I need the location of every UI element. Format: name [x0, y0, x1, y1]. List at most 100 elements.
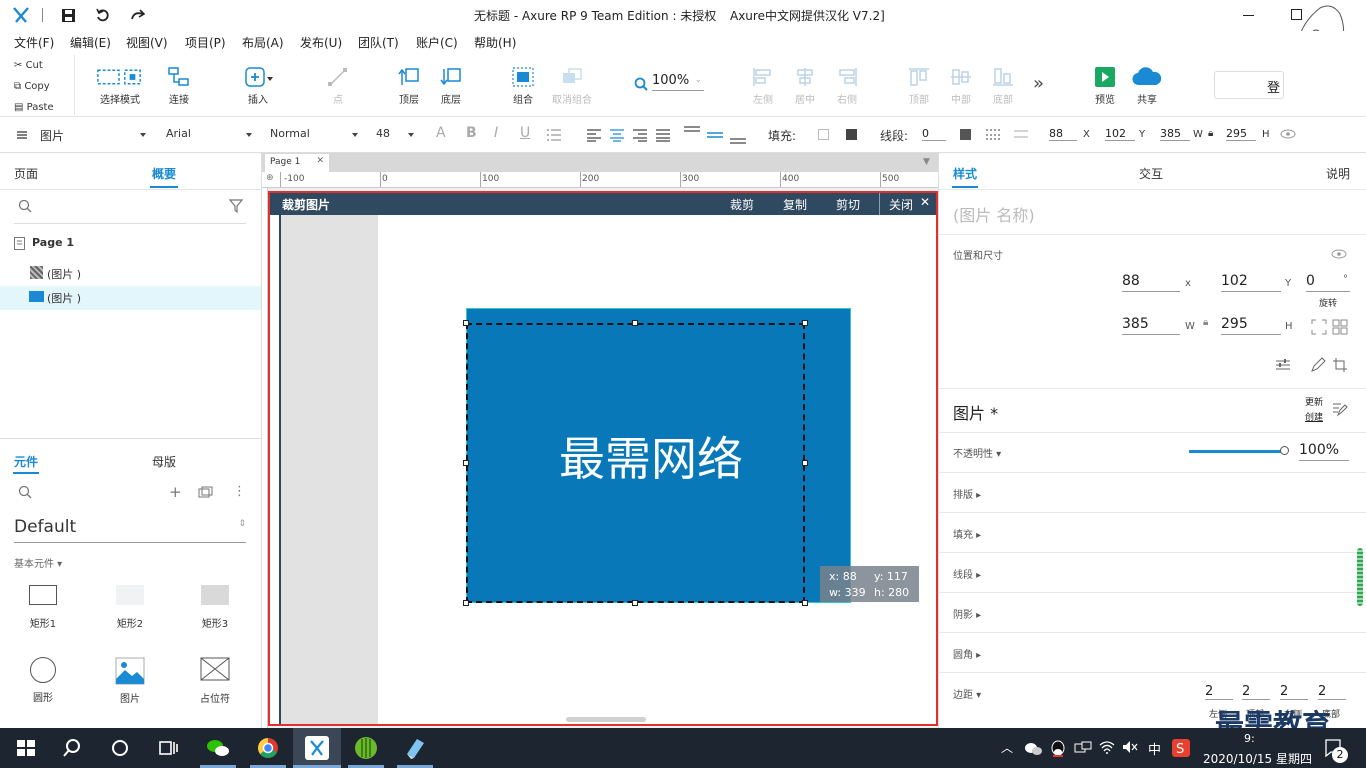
search-icon[interactable]: [60, 736, 84, 760]
close-crop-button[interactable]: 关闭: [889, 196, 913, 213]
crop-handle[interactable]: [802, 320, 808, 326]
align-bottom-button[interactable]: 底部: [988, 67, 1018, 106]
filter-icon[interactable]: [229, 199, 245, 213]
tab-interactions[interactable]: 交互: [1139, 165, 1163, 182]
tab-masters[interactable]: 母版: [152, 453, 176, 470]
format-painter-icon[interactable]: [16, 129, 28, 141]
align-top-button[interactable]: 顶部: [904, 67, 934, 106]
crop-selection[interactable]: [466, 323, 805, 603]
share-button[interactable]: 共享: [1130, 67, 1164, 106]
text-align-left-icon[interactable]: [586, 128, 602, 142]
menu-layout[interactable]: 布局(A): [242, 34, 284, 51]
tab-widgets[interactable]: 元件: [14, 453, 38, 470]
windows-start-icon[interactable]: [14, 736, 38, 760]
ungroup-button[interactable]: 取消组合: [550, 67, 594, 106]
undo-icon[interactable]: [96, 8, 110, 22]
adjust-icon[interactable]: [1275, 358, 1291, 372]
section-shadow[interactable]: 阴影 ▸: [953, 606, 981, 621]
tab-notes[interactable]: 说明: [1326, 165, 1350, 182]
menu-team[interactable]: 团队(T): [358, 34, 399, 51]
tray-expand-icon[interactable]: ︿: [1001, 739, 1013, 756]
network-tray-icon[interactable]: [1074, 741, 1092, 755]
width-input[interactable]: 385: [1160, 127, 1190, 141]
height-input[interactable]: 295: [1226, 127, 1256, 141]
valign-bottom-icon[interactable]: [728, 125, 748, 145]
padding-right-input[interactable]: 2: [1280, 684, 1308, 700]
align-right-button[interactable]: 右侧: [834, 67, 860, 106]
paste-button[interactable]: ▤ Paste: [14, 102, 54, 113]
insert-button[interactable]: 插入: [242, 67, 274, 106]
align-middle-button[interactable]: 中部: [946, 67, 976, 106]
fill-shadow-swatch[interactable]: [846, 129, 857, 140]
crop-handle[interactable]: [463, 600, 469, 606]
zoom-select[interactable]: 100% ⌄: [652, 73, 704, 91]
opacity-slider-knob[interactable]: [1280, 446, 1289, 455]
size-height-input[interactable]: 295: [1221, 316, 1281, 335]
padding-left-input[interactable]: 2: [1205, 684, 1233, 700]
close-icon[interactable]: ✕: [316, 156, 324, 166]
copy-crop-button[interactable]: 复制: [783, 196, 807, 213]
bold-button[interactable]: B: [466, 125, 477, 141]
underline-button[interactable]: U: [520, 125, 530, 141]
size-width-input[interactable]: 385: [1122, 316, 1180, 335]
axure-taskbar-button[interactable]: [293, 728, 341, 768]
ime-indicator[interactable]: 中: [1148, 739, 1161, 758]
notepad-app-icon[interactable]: [403, 736, 427, 760]
y-position-input[interactable]: 102: [1105, 127, 1135, 141]
outline-page[interactable]: Page 1: [32, 236, 74, 249]
wechat-tray-icon[interactable]: [1024, 741, 1044, 757]
bullet-list-icon[interactable]: [546, 128, 562, 142]
menu-edit[interactable]: 编辑(E): [70, 34, 111, 51]
stroke-pattern-icon[interactable]: [985, 127, 1001, 141]
align-left-button[interactable]: 左侧: [750, 67, 776, 106]
font-weight-select[interactable]: Normal: [270, 127, 310, 140]
widget-rectangle-3[interactable]: 矩形3: [185, 585, 245, 630]
crop-handle[interactable]: [802, 460, 808, 466]
more-menu-icon[interactable]: ⋮: [233, 484, 246, 499]
search-icon[interactable]: [18, 485, 32, 499]
close-icon[interactable]: ✕: [920, 195, 930, 209]
tab-style[interactable]: 样式: [953, 165, 977, 182]
preview-button[interactable]: 预览: [1090, 67, 1120, 106]
qq-tray-icon[interactable]: [1050, 740, 1066, 758]
select-mode-button[interactable]: 选择模式: [92, 67, 148, 106]
opacity-input[interactable]: 100%: [1299, 442, 1349, 461]
edit-pencil-icon[interactable]: [1310, 357, 1326, 373]
sogou-ime-icon[interactable]: S: [1172, 739, 1190, 757]
valign-middle-icon[interactable]: [705, 125, 725, 145]
text-justify-icon[interactable]: [655, 128, 671, 142]
cut-button[interactable]: ✂ Cut: [14, 60, 43, 71]
crop-handle[interactable]: [632, 320, 638, 326]
section-stroke[interactable]: 线段 ▸: [953, 566, 981, 581]
italic-button[interactable]: I: [494, 125, 498, 141]
wechat-icon[interactable]: [206, 736, 230, 760]
library-select[interactable]: Default ⇕: [14, 517, 246, 543]
section-fill[interactable]: 填充 ▸: [953, 526, 981, 541]
point-button[interactable]: 点: [323, 67, 353, 106]
cut-crop-button[interactable]: 剪切: [836, 196, 860, 213]
volume-muted-icon[interactable]: [1122, 740, 1138, 754]
arrow-style-icon[interactable]: [1013, 127, 1029, 141]
eye-icon[interactable]: [1331, 249, 1347, 259]
padding-top-input[interactable]: 2: [1242, 684, 1270, 700]
position-y-input[interactable]: 102: [1221, 273, 1281, 292]
redo-icon[interactable]: [130, 9, 146, 21]
outline-item-selected[interactable]: (图片 ): [0, 286, 261, 310]
cortana-icon[interactable]: [108, 736, 132, 760]
widget-circle[interactable]: 圆形: [13, 657, 73, 704]
text-color-icon[interactable]: A: [436, 125, 446, 141]
text-align-right-icon[interactable]: [632, 128, 648, 142]
bring-to-front-button[interactable]: 顶层: [394, 67, 424, 106]
connect-button[interactable]: 连接: [164, 67, 194, 106]
minimize-button[interactable]: [1243, 15, 1254, 16]
menu-publish[interactable]: 发布(U): [300, 34, 342, 51]
font-family-select[interactable]: Arial: [166, 127, 191, 140]
panel-scrollbar[interactable]: [1357, 548, 1363, 606]
widget-category[interactable]: 基本元件 ▾: [14, 555, 62, 570]
position-x-input[interactable]: 88: [1122, 273, 1180, 292]
widget-placeholder[interactable]: 占位符: [185, 657, 245, 705]
valign-top-icon[interactable]: [682, 125, 702, 145]
group-button[interactable]: 组合: [508, 67, 538, 106]
menu-account[interactable]: 账户(C): [416, 34, 458, 51]
widget-name-input[interactable]: (图片 名称): [953, 202, 1035, 226]
